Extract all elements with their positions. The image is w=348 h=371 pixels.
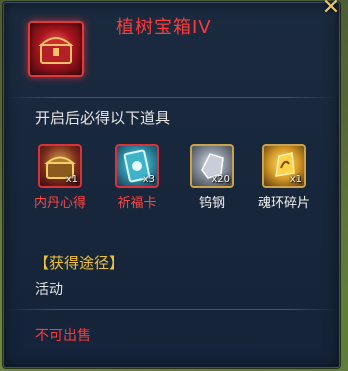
close-icon[interactable]: ✕ [320,0,342,19]
chest-graphic [38,37,74,64]
reward-item-hunhuan[interactable]: x1 魂环碎片 [252,144,316,211]
chest-icon: x1 [38,144,82,188]
reward-name: 钨钢 [198,196,225,211]
reward-name: 内丹心得 [33,196,86,211]
metal-ore-icon: x20 [190,144,234,188]
reward-item-neidan[interactable]: x1 内丹心得 [28,144,92,211]
item-tooltip-panel: ✕ 植树宝箱IV 开启后必得以下道具 x1 内丹心得 x3 祈福卡 x20 钨钢… [3,0,342,368]
acquisition-source-value: 活动 [35,282,63,298]
item-title: 植树宝箱IV [116,17,212,38]
reward-quantity: x1 [289,174,302,185]
soul-ring-shard-icon: x1 [262,144,306,188]
reward-name: 祈福卡 [117,196,157,211]
treasure-chest-icon [28,21,84,77]
reward-item-qifuka[interactable]: x3 祈福卡 [105,144,169,211]
not-sellable-label: 不可出售 [35,328,91,344]
reward-quantity: x20 [211,174,230,185]
divider [8,309,335,310]
acquisition-source-header: 【获得途径】 [34,254,125,272]
divider [8,97,335,98]
reward-name: 魂环碎片 [257,196,310,211]
reward-quantity: x1 [65,174,78,185]
reward-item-wugang[interactable]: x20 钨钢 [180,144,244,211]
reward-quantity: x3 [142,174,155,185]
guaranteed-rewards-label: 开启后必得以下道具 [35,109,171,127]
card-icon: x3 [115,144,159,188]
